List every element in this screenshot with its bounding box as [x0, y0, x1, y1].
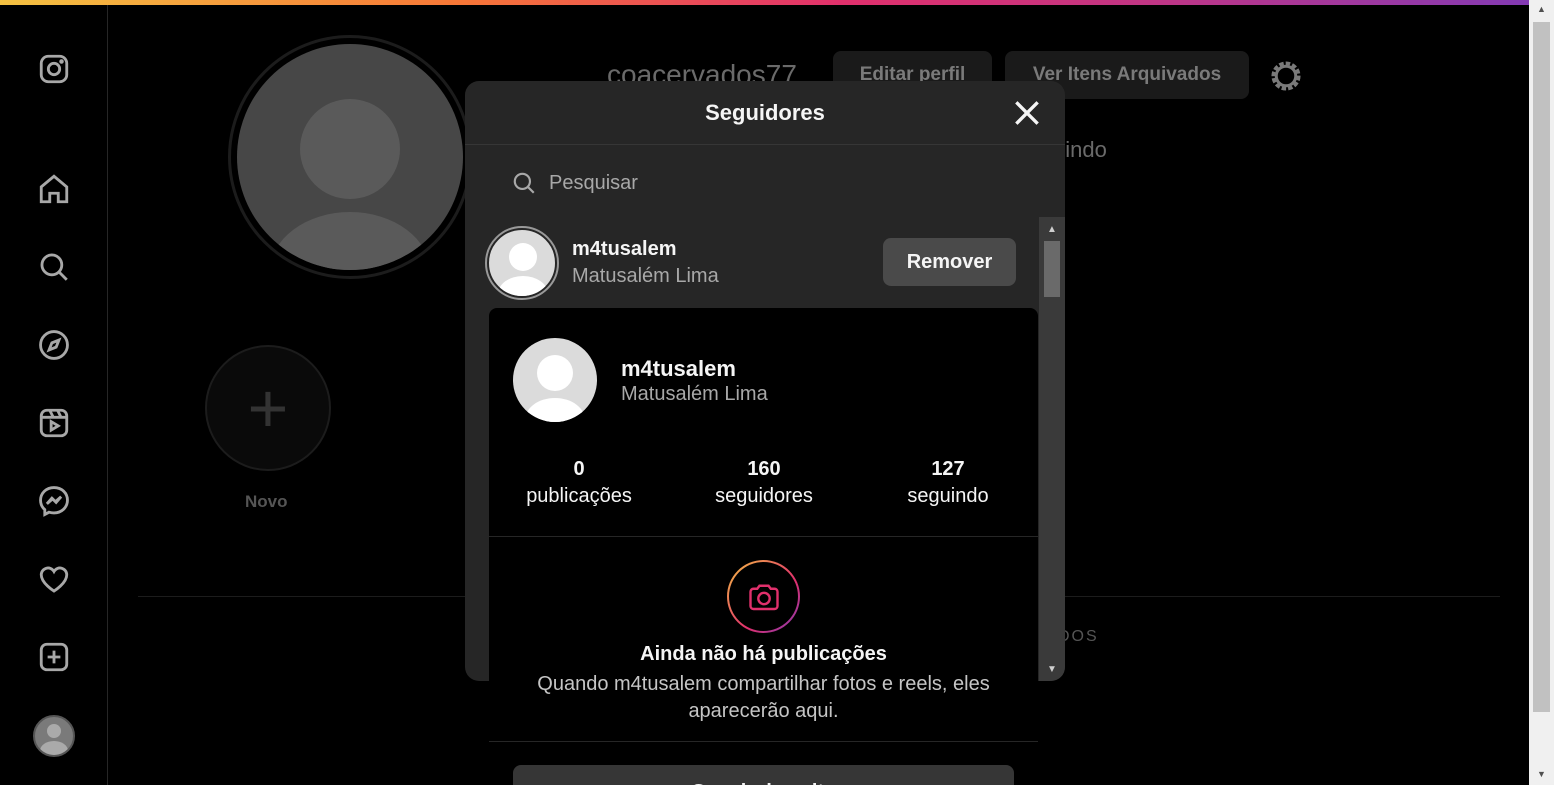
create-plus-icon[interactable]: [36, 639, 72, 675]
stat-followers-value: 160: [747, 458, 781, 480]
profile-avatar[interactable]: [33, 715, 75, 757]
stat-following-value: 127: [931, 458, 965, 480]
scroll-up-arrow-icon[interactable]: ▲: [1529, 0, 1554, 18]
new-highlight-button: +: [205, 345, 331, 471]
profile-hover-card: m4tusalem Matusalém Lima 0 publicações 1…: [489, 308, 1038, 785]
sidebar-nav: [0, 5, 108, 785]
avatar[interactable]: [513, 338, 597, 422]
list-item[interactable]: m4tusalem Matusalém Lima Remover: [485, 226, 1020, 300]
search-icon: [513, 172, 535, 194]
camera-icon: [727, 560, 800, 633]
new-highlight-label: Novo: [245, 492, 288, 511]
page-scrollbar[interactable]: ▲ ▼: [1529, 0, 1554, 785]
card-divider: [489, 536, 1038, 537]
scrollbar-thumb[interactable]: [1533, 22, 1550, 712]
home-icon[interactable]: [36, 171, 72, 207]
stat-posts: 0 publicações: [499, 458, 659, 508]
empty-posts-title: Ainda não há publicações: [640, 643, 887, 665]
messenger-icon[interactable]: [36, 483, 72, 519]
stat-following-label: seguindo: [907, 485, 989, 507]
heart-icon[interactable]: [36, 561, 72, 597]
scroll-down-arrow-icon[interactable]: ▼: [1039, 661, 1065, 679]
stat-followers: 160 seguidores: [684, 458, 844, 508]
card-username[interactable]: m4tusalem: [621, 356, 736, 382]
avatar[interactable]: [485, 226, 559, 300]
modal-scrollbar[interactable]: ▲ ▼: [1039, 217, 1065, 681]
modal-title: Seguidores: [705, 99, 825, 125]
explore-compass-icon[interactable]: [36, 327, 72, 363]
close-icon[interactable]: [1011, 97, 1043, 129]
search-bar: [511, 165, 1011, 201]
scroll-down-arrow-icon[interactable]: ▼: [1529, 765, 1554, 783]
follow-back-button[interactable]: Seguir de volta: [513, 765, 1014, 785]
stat-posts-value: 0: [573, 458, 585, 480]
follower-username[interactable]: m4tusalem: [572, 238, 677, 261]
loading-gradient-bar: [0, 0, 1529, 5]
search-icon[interactable]: [36, 249, 72, 285]
follower-full-name: Matusalém Lima: [572, 265, 719, 287]
stat-following: 127 seguindo: [868, 458, 1028, 508]
stat-followers-label: seguidores: [715, 485, 813, 507]
scrollbar-thumb[interactable]: [1044, 241, 1060, 297]
settings-gear-icon: [1268, 58, 1304, 94]
instagram-logo-icon[interactable]: [36, 51, 72, 87]
card-full-name: Matusalém Lima: [621, 383, 768, 405]
card-divider: [489, 741, 1038, 742]
profile-picture: [237, 44, 463, 270]
scroll-up-arrow-icon[interactable]: ▲: [1039, 221, 1065, 239]
search-input[interactable]: [549, 171, 949, 195]
remove-follower-button[interactable]: Remover: [883, 238, 1016, 286]
modal-header: Seguidores: [465, 81, 1065, 145]
stat-posts-label: publicações: [526, 485, 632, 507]
reels-icon[interactable]: [36, 405, 72, 441]
empty-posts-description: Quando m4tusalem compartilhar fotos e re…: [537, 673, 990, 722]
